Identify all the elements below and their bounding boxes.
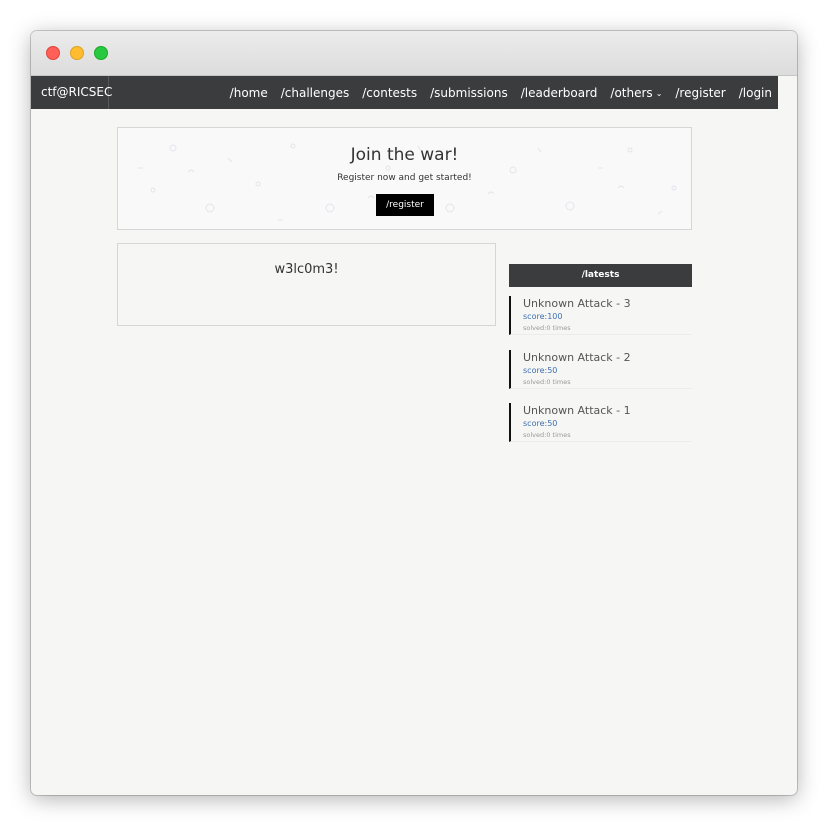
register-button[interactable]: /register xyxy=(376,194,434,216)
nav-home[interactable]: /home xyxy=(230,86,268,100)
latest-item-score: score:100 xyxy=(523,312,563,321)
latest-item-score: score:50 xyxy=(523,366,558,375)
browser-window: ctf@RICSEC /home /challenges /contests /… xyxy=(31,31,797,795)
latest-item-title[interactable]: Unknown Attack - 2 xyxy=(523,351,631,364)
window-titlebar xyxy=(31,31,797,76)
latest-item-solved: solved:0 times xyxy=(523,378,571,386)
banner-title: Join the war! xyxy=(350,145,459,165)
nav-login[interactable]: /login xyxy=(739,86,772,100)
minimize-window-button[interactable] xyxy=(70,46,84,60)
chevron-down-icon: ⌄ xyxy=(655,88,663,98)
nav-register[interactable]: /register xyxy=(675,86,725,100)
latest-item[interactable]: Unknown Attack - 3 score:100 solved:0 ti… xyxy=(509,296,692,335)
nav-submissions[interactable]: /submissions xyxy=(430,86,508,100)
latest-item-score: score:50 xyxy=(523,419,558,428)
latest-item-solved: solved:0 times xyxy=(523,324,571,332)
nav-challenges[interactable]: /challenges xyxy=(281,86,350,100)
nav-others-label: /others xyxy=(610,85,653,100)
nav-contests[interactable]: /contests xyxy=(362,86,417,100)
brand-link[interactable]: ctf@RICSEC xyxy=(31,76,112,109)
latest-item-solved: solved:0 times xyxy=(523,431,571,439)
latests-panel: /latests Unknown Attack - 3 score:100 so… xyxy=(509,264,692,442)
join-banner: Join the war! Register now and get start… xyxy=(117,127,692,230)
close-window-button[interactable] xyxy=(46,46,60,60)
welcome-panel: w3lc0m3! xyxy=(117,243,496,326)
nav-others-dropdown[interactable]: /others ⌄ xyxy=(610,86,662,100)
nav-links: /home /challenges /contests /submissions… xyxy=(230,76,772,109)
latest-item[interactable]: Unknown Attack - 2 score:50 solved:0 tim… xyxy=(509,350,692,389)
latests-header: /latests xyxy=(509,264,692,287)
nav-leaderboard[interactable]: /leaderboard xyxy=(521,86,598,100)
top-navbar: ctf@RICSEC /home /challenges /contests /… xyxy=(31,76,778,109)
welcome-text: w3lc0m3! xyxy=(274,262,339,277)
latest-item-title[interactable]: Unknown Attack - 1 xyxy=(523,404,631,417)
maximize-window-button[interactable] xyxy=(94,46,108,60)
latest-item[interactable]: Unknown Attack - 1 score:50 solved:0 tim… xyxy=(509,403,692,442)
latest-item-title[interactable]: Unknown Attack - 3 xyxy=(523,297,631,310)
banner-subtitle: Register now and get started! xyxy=(337,173,472,183)
